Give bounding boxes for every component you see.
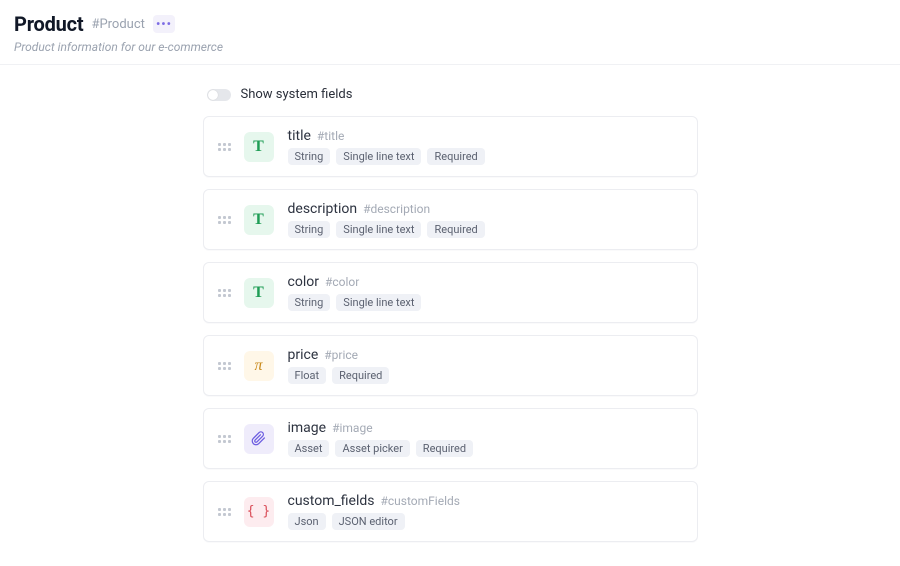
- badge: Json: [288, 513, 326, 530]
- pi-icon: π: [244, 351, 274, 381]
- badge: Required: [332, 367, 389, 384]
- field-body: color #color String Single line text: [288, 274, 422, 311]
- badge: Required: [427, 221, 484, 238]
- paperclip-icon: [244, 424, 274, 454]
- show-system-fields-toggle[interactable]: [207, 89, 231, 101]
- field-name: description: [288, 201, 358, 217]
- field-badges: Float Required: [288, 367, 390, 384]
- model-description: Product information for our e-commerce: [14, 40, 886, 54]
- field-row[interactable]: πprice #price Float Required: [203, 335, 698, 396]
- badge: String: [288, 221, 331, 238]
- badge: Single line text: [336, 294, 421, 311]
- field-body: custom_fields #customFields Json JSON edito…: [288, 493, 460, 530]
- field-api-id: #color: [325, 275, 359, 289]
- field-api-id: #image: [332, 421, 372, 435]
- drag-handle-icon[interactable]: [218, 508, 232, 516]
- field-api-id: #customFields: [381, 494, 460, 508]
- field-name: price: [288, 347, 319, 363]
- badge: Float: [288, 367, 327, 384]
- page-header: Product #Product ••• Product information…: [0, 0, 900, 65]
- field-row[interactable]: Tdescription #description String Single lin…: [203, 189, 698, 250]
- field-body: title #title String Single line text Require…: [288, 128, 485, 165]
- badge: Asset: [288, 440, 330, 457]
- badge: Single line text: [336, 221, 421, 238]
- field-api-id: #price: [324, 348, 358, 362]
- field-row[interactable]: Tcolor #color String Single line text: [203, 262, 698, 323]
- field-body: description #description String Single line…: [288, 201, 485, 238]
- ellipsis-icon: •••: [156, 17, 172, 31]
- badge: JSON editor: [332, 513, 405, 530]
- field-body: image #imageAsset Asset picker Required: [288, 420, 474, 457]
- field-api-id: #description: [363, 202, 430, 216]
- braces-icon: { }: [244, 497, 274, 527]
- field-name: title: [288, 128, 311, 144]
- badge: Required: [427, 148, 484, 165]
- field-badges: String Single line text Required: [288, 148, 485, 165]
- badge: Asset picker: [335, 440, 409, 457]
- field-row[interactable]: Ttitle #title String Single line text Requir…: [203, 116, 698, 177]
- badge: Required: [416, 440, 473, 457]
- drag-handle-icon[interactable]: [218, 216, 232, 224]
- field-api-id: #title: [317, 129, 344, 143]
- text-icon: T: [244, 132, 274, 162]
- model-title: Product: [14, 12, 83, 36]
- field-name: color: [288, 274, 319, 290]
- drag-handle-icon[interactable]: [218, 289, 232, 297]
- more-menu-button[interactable]: •••: [153, 15, 175, 33]
- field-badges: Json JSON editor: [288, 513, 460, 530]
- field-badges: Asset Asset picker Required: [288, 440, 474, 457]
- show-system-fields-label: Show system fields: [241, 87, 353, 102]
- fields-panel: Show system fields Ttitle #title String Sin…: [203, 65, 698, 542]
- drag-handle-icon[interactable]: [218, 362, 232, 370]
- field-name: custom_fields: [288, 493, 375, 509]
- field-row[interactable]: { } custom_fields #customFields Json JSON ed…: [203, 481, 698, 542]
- text-icon: T: [244, 278, 274, 308]
- badge: String: [288, 148, 331, 165]
- badge: Single line text: [336, 148, 421, 165]
- field-badges: String Single line text: [288, 294, 422, 311]
- text-icon: T: [244, 205, 274, 235]
- field-row[interactable]: image #imageAsset Asset picker Required: [203, 408, 698, 469]
- model-api-id: #Product: [91, 17, 144, 32]
- drag-handle-icon[interactable]: [218, 143, 232, 151]
- field-name: image: [288, 420, 327, 436]
- field-badges: String Single line text Required: [288, 221, 485, 238]
- badge: String: [288, 294, 331, 311]
- field-body: price #price Float Required: [288, 347, 390, 384]
- drag-handle-icon[interactable]: [218, 435, 232, 443]
